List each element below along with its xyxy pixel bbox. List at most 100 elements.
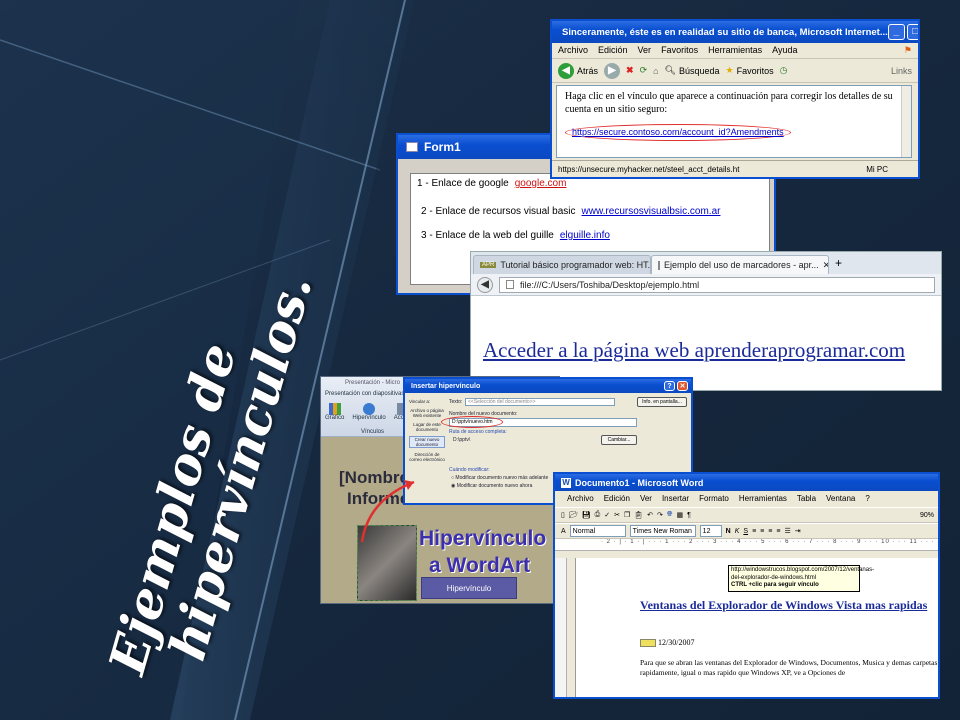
menu-tabla[interactable]: Tabla	[797, 494, 816, 504]
indent-icon[interactable]: ⇥	[795, 527, 801, 535]
word-titlebar[interactable]: W Documento1 - Microsoft Word	[555, 474, 938, 491]
ie-title: Sinceramente, éste es en realidad su sit…	[562, 26, 888, 38]
bold-button[interactable]: N	[726, 528, 731, 535]
favorites-button[interactable]: ★ Favoritos	[726, 65, 774, 76]
wordart-text[interactable]: Hipervínculo a WordArt	[419, 525, 546, 579]
pilcrow-icon[interactable]: ¶	[687, 512, 691, 519]
back-button[interactable]: ◀ Atrás	[558, 62, 598, 79]
secure-link[interactable]: https://secure.contoso.com/account_id?Am…	[565, 124, 791, 141]
table-icon[interactable]: ▦	[677, 511, 684, 519]
menu-edicion[interactable]: Edición	[598, 45, 628, 56]
guille-link[interactable]: elguille.info	[560, 230, 610, 241]
menu-archivo[interactable]: Archivo	[567, 494, 594, 504]
print-icon[interactable]: ⎙	[595, 511, 601, 519]
vb-resources-link[interactable]: www.recursosvisualbsic.com.ar	[582, 206, 721, 217]
tab-ejemplo[interactable]: Ejemplo del uso de marcadores - apr... ✕	[651, 255, 829, 274]
style-select[interactable]: Normal	[569, 525, 626, 537]
redo-icon[interactable]: ↷	[657, 511, 663, 519]
bullets-icon[interactable]: ☰	[784, 527, 790, 535]
styles-icon: A	[561, 527, 566, 535]
align-center-icon[interactable]: ≡	[760, 528, 764, 535]
windows-flag-icon: ⚑	[903, 45, 912, 55]
menu-herramientas[interactable]: Herramientas	[708, 45, 762, 56]
text-field[interactable]: <<Selección del documento>>	[465, 398, 615, 406]
align-left-icon[interactable]: ≡	[752, 528, 756, 535]
paste-icon[interactable]: 📋︎	[634, 511, 643, 519]
menu-formato[interactable]: Formato	[699, 494, 729, 504]
justify-icon[interactable]: ≡	[776, 528, 780, 535]
home-icon[interactable]: ⌂	[653, 66, 658, 76]
tab-tutorial[interactable]: APR Tutorial básico programador web: HT.…	[473, 255, 651, 274]
full-path-value: D:\pptv\	[453, 437, 471, 443]
vertical-ruler[interactable]	[555, 558, 567, 697]
vertical-scrollbar[interactable]	[901, 86, 911, 157]
stop-icon[interactable]: ✖	[626, 65, 634, 76]
back-arrow-icon[interactable]: ◀	[477, 276, 493, 293]
align-right-icon[interactable]: ≡	[768, 528, 772, 535]
close-button[interactable]: ✕	[677, 381, 688, 391]
menu-edicion[interactable]: Edición	[604, 494, 630, 504]
dialog-titlebar[interactable]: Insertar hipervínculo ? ✕	[405, 379, 691, 393]
new-tab-button[interactable]: +	[829, 256, 848, 270]
forward-arrow-icon[interactable]: ▶	[604, 62, 621, 79]
word-format-toolbar: A Normal Times New Roman 12 N K S ≡ ≡ ≡ …	[555, 523, 938, 539]
history-icon[interactable]: ◷	[780, 65, 788, 76]
hyperlink-icon[interactable]: 🌐︎	[667, 511, 673, 519]
zoom-value[interactable]: 90%	[920, 512, 934, 519]
menu-ver[interactable]: Ver	[640, 494, 652, 504]
article-heading-link[interactable]: Ventanas del Explorador de Windows Vista…	[640, 598, 930, 613]
font-select[interactable]: Times New Roman	[629, 525, 696, 537]
refresh-icon[interactable]: ⟳	[640, 65, 648, 76]
copy-icon[interactable]: ❐	[624, 511, 630, 519]
italic-button[interactable]: K	[735, 528, 740, 535]
spellcheck-icon[interactable]: ✓	[604, 511, 610, 519]
links-label[interactable]: Links	[891, 66, 912, 76]
aprenderaprogramar-link[interactable]: Acceder a la página web aprenderaprogram…	[483, 338, 905, 363]
url-bar[interactable]: file:///C:/Users/Toshiba/Desktop/ejemplo…	[499, 276, 935, 293]
menu-ver[interactable]: Ver	[638, 45, 652, 56]
change-button[interactable]: Cambiar...	[601, 435, 637, 445]
menu-archivo[interactable]: Archivo	[558, 45, 588, 56]
minimize-button[interactable]: _	[887, 24, 905, 40]
chart-button[interactable]: Gráfico	[325, 403, 344, 421]
row-label: 3 - Enlace de la web del guille	[421, 230, 554, 241]
place-in-doc-option[interactable]: Lugar de este documento	[409, 422, 445, 432]
ppt-ribbon-tab[interactable]: Presentación con diapositivas	[325, 391, 404, 397]
hyperlink-shape-button[interactable]: Hipervínculo	[421, 577, 517, 599]
screen-tip-button[interactable]: Info. en pantalla...	[637, 397, 687, 407]
new-doc-icon[interactable]: ▯	[561, 511, 565, 519]
size-select[interactable]: 12	[699, 525, 722, 537]
form1-row-1: 1 - Enlace de google google.com	[417, 178, 566, 189]
save-icon[interactable]: 💾︎	[582, 511, 591, 519]
search-button[interactable]: 🔍︎ Búsqueda	[665, 65, 720, 76]
cut-icon[interactable]: ✂	[614, 511, 620, 519]
menu-favoritos[interactable]: Favoritos	[661, 45, 698, 56]
smart-tag-icon[interactable]	[640, 639, 656, 648]
google-link[interactable]: google.com	[515, 178, 567, 189]
ie-titlebar[interactable]: Sinceramente, éste es en realidad su sit…	[552, 21, 918, 43]
email-option[interactable]: Dirección de correo electrónico	[409, 452, 445, 462]
open-icon[interactable]: 📂︎	[569, 511, 578, 519]
underline-button[interactable]: S	[743, 528, 748, 535]
menu-ventana[interactable]: Ventana	[826, 494, 855, 504]
nav-bar: ◀ file:///C:/Users/Toshiba/Desktop/ejemp…	[471, 274, 941, 296]
menu-insertar[interactable]: Insertar	[662, 494, 689, 504]
menu-herramientas[interactable]: Herramientas	[739, 494, 787, 504]
horizontal-ruler[interactable]: · 2 · | · 1 · | · · · 1 · · · 2 · · · 3 …	[555, 539, 938, 551]
menu-ayuda[interactable]: Ayuda	[772, 45, 797, 56]
word-window: W Documento1 - Microsoft Word Archivo Ed…	[553, 472, 940, 699]
firefox-window: APR Tutorial básico programador web: HT.…	[470, 251, 942, 391]
undo-icon[interactable]: ↶	[647, 511, 653, 519]
word-document: http://windowstrucos.blogspot.com/2007/1…	[575, 558, 938, 697]
new-doc-option[interactable]: Crear nuevo documento	[409, 436, 445, 448]
form1-title: Form1	[424, 140, 461, 154]
hyperlink-button[interactable]: Hipervínculo	[352, 403, 386, 421]
menu-ayuda[interactable]: ?	[865, 494, 869, 504]
edit-now-radio[interactable]: ◉ Modificar documento nuevo ahora	[451, 483, 532, 489]
maximize-button[interactable]: □	[906, 24, 918, 40]
edit-later-radio[interactable]: ○ Modificar documento nuevo más adelante	[451, 475, 548, 481]
existing-file-option[interactable]: Archivo o página Web existente	[409, 408, 445, 418]
form-icon	[406, 142, 418, 152]
help-button[interactable]: ?	[664, 381, 675, 391]
text-label: Texto:	[449, 399, 463, 405]
